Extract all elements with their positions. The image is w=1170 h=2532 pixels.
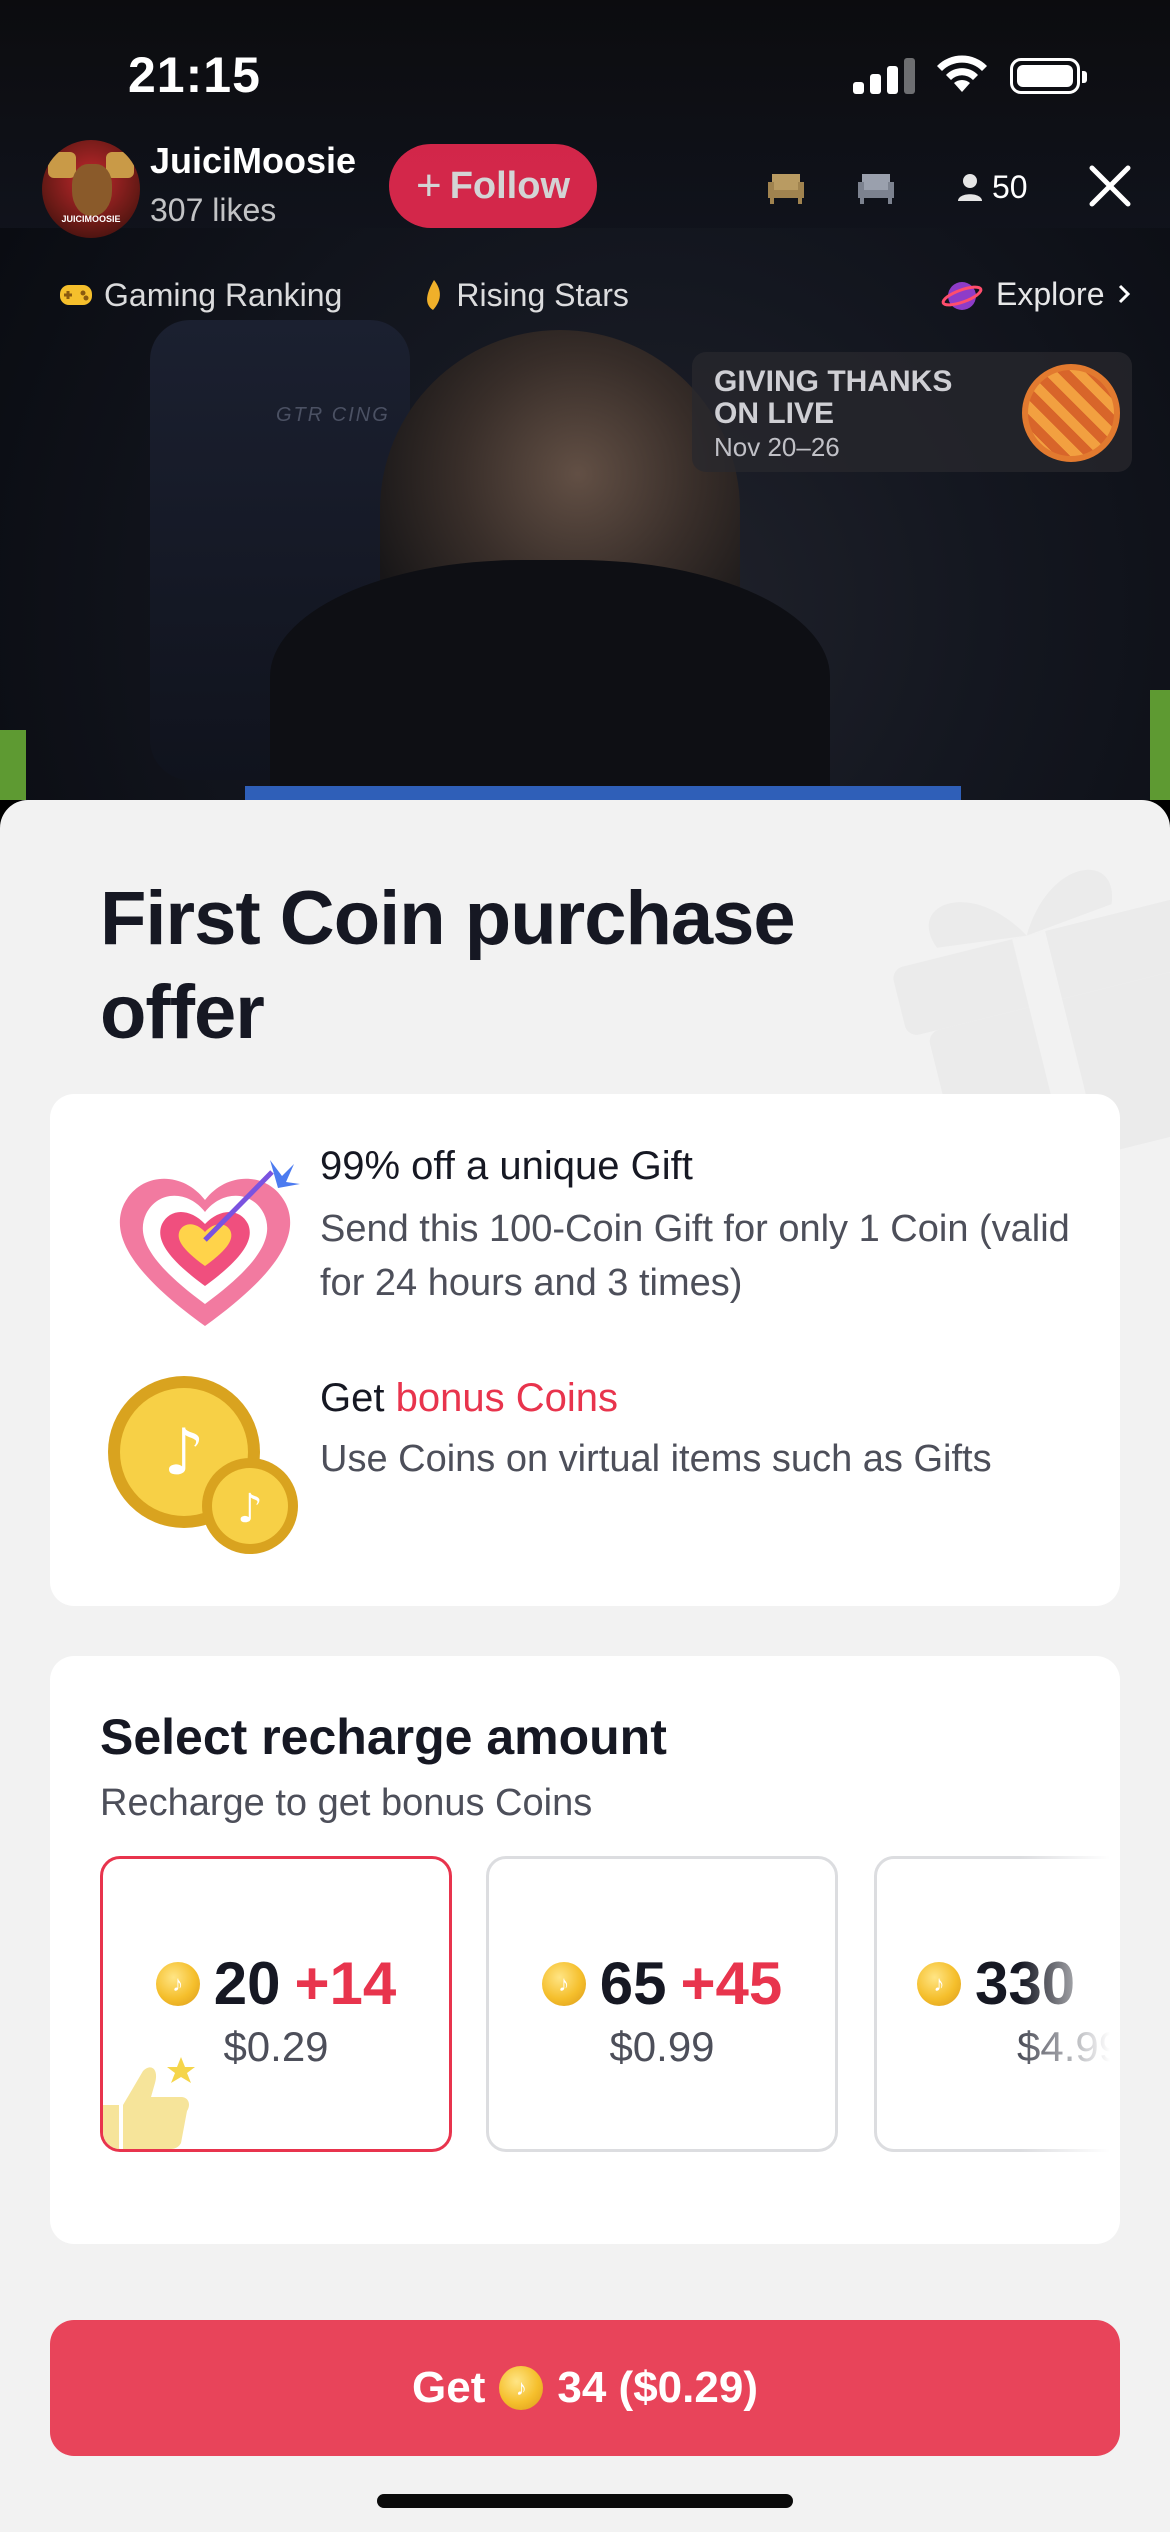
option-amount: 20 <box>213 1950 281 2017</box>
coins-benefit-title-prefix: Get <box>320 1376 396 1420</box>
wifi-icon <box>937 55 987 92</box>
svg-text:♪: ♪ <box>237 1486 263 1532</box>
streamer-body <box>270 560 830 800</box>
background-accent <box>1150 690 1170 800</box>
home-indicator[interactable] <box>377 2494 793 2508</box>
recharge-option[interactable]: ♪ 20 +14 $0.29 <box>100 1856 452 2152</box>
viewer-count[interactable]: 50 <box>956 166 1028 208</box>
bonus-coins-highlight: bonus Coins <box>395 1376 618 1420</box>
recharge-options[interactable]: ♪ 20 +14 $0.29 ♪ 65 +45 $0.99 ♪ <box>100 1856 1110 2156</box>
recharge-subtitle: Recharge to get bonus Coins <box>100 1782 593 1824</box>
coins-benefit-title: Get bonus Coins <box>320 1376 618 1421</box>
chair-logo-text: GTR CING <box>276 404 390 426</box>
option-amount: 65 <box>599 1950 667 2017</box>
sheet-title: First Coin purchase offer <box>100 876 796 1055</box>
close-icon[interactable] <box>1084 160 1136 212</box>
recharge-card: Select recharge amount Recharge to get b… <box>50 1656 1120 2244</box>
explore-link[interactable]: Explore <box>940 274 1131 314</box>
recharge-option[interactable]: ♪ 65 +45 $0.99 <box>486 1856 838 2152</box>
coins-benefit-description: Use Coins on virtual items such as Gifts <box>320 1438 992 1480</box>
plus-icon: + <box>415 161 442 210</box>
gaming-ranking-link[interactable]: Gaming Ranking <box>58 277 342 314</box>
planet-icon <box>941 282 983 310</box>
benefits-card: 99% off a unique Gift Send this 100-Coin… <box>50 1094 1120 1606</box>
coins-icon: ♪ ♪ <box>108 1376 298 1554</box>
host-name[interactable]: JuiciMoosie <box>150 140 356 182</box>
thumbs-up-icon <box>103 2057 195 2149</box>
gamepad-icon <box>60 285 92 305</box>
heart-target-icon <box>119 1160 300 1326</box>
event-title: GIVING THANKS ON LIVE <box>714 365 953 430</box>
follow-label: Follow <box>449 164 570 207</box>
person-icon <box>958 174 982 201</box>
option-bonus: +14 <box>294 1950 397 2017</box>
top-viewer-seat-icon[interactable] <box>852 162 900 210</box>
coin-icon: ♪ <box>155 1961 200 2006</box>
battery-icon <box>1010 58 1087 94</box>
pie-icon <box>1022 364 1120 462</box>
cta-amount-price: 34 ($0.29) <box>557 2363 758 2412</box>
stream-overlay-bar <box>245 786 961 800</box>
avatar[interactable]: JUICIMOOSIE <box>42 140 140 238</box>
gift-benefit-title: 99% off a unique Gift <box>320 1144 693 1188</box>
follow-button[interactable]: + Follow <box>389 144 597 228</box>
gaming-ranking-label: Gaming Ranking <box>104 276 343 313</box>
status-time: 21:15 <box>128 47 261 103</box>
first-purchase-offer-sheet: First Coin purchase offer 99% off a uniq… <box>0 800 1170 2532</box>
scroll-fade <box>1020 1856 1110 2156</box>
event-banner[interactable]: GIVING THANKS ON LIVE Nov 20–26 <box>692 352 1132 472</box>
recharge-title: Select recharge amount <box>100 1709 667 1765</box>
gift-benefit-description: Send this 100-Coin Gift for only 1 Coin … <box>320 1208 1070 1304</box>
rising-stars-label: Rising Stars <box>456 276 629 313</box>
get-coins-button[interactable]: Get ♪ 34 ($0.29) <box>50 2320 1120 2456</box>
coin-icon: ♪ <box>499 2366 544 2410</box>
chevron-right-icon <box>1118 284 1130 304</box>
flame-icon <box>427 280 441 310</box>
coin-icon: ♪ <box>917 1961 961 2006</box>
top-viewer-seat-icon[interactable] <box>762 162 810 210</box>
rising-stars-link[interactable]: Rising Stars <box>420 277 629 314</box>
explore-label: Explore <box>996 275 1105 312</box>
status-bar: 21:15 <box>0 0 1170 140</box>
cta-prefix: Get <box>412 2363 486 2412</box>
option-bonus: +45 <box>680 1950 783 2017</box>
svg-text:♪: ♪ <box>164 1416 205 1490</box>
host-likes: 307 likes <box>150 192 277 228</box>
coin-icon: ♪ <box>541 1961 586 2006</box>
ranking-row: Gaming Ranking Rising Stars <box>58 274 707 316</box>
background-accent <box>0 730 26 800</box>
event-dates: Nov 20–26 <box>714 432 840 462</box>
cellular-signal-icon <box>853 58 915 94</box>
viewer-count-value: 50 <box>992 168 1028 205</box>
avatar-label: JUICIMOOSIE <box>61 214 121 224</box>
option-price: $0.99 <box>609 2023 715 2070</box>
